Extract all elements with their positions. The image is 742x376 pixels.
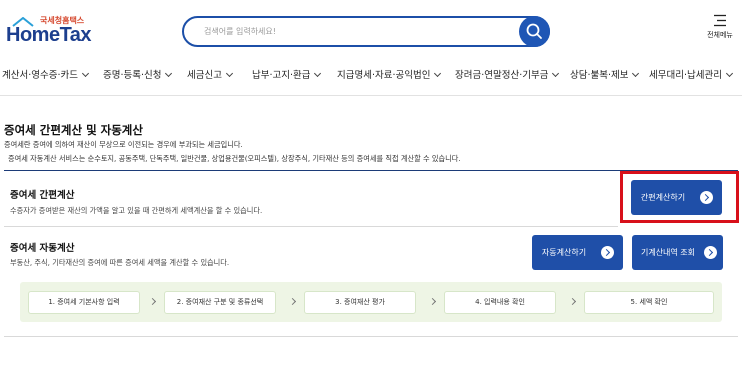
section-divider-light (4, 226, 618, 227)
nav-item-label: 세금신고 (187, 70, 222, 81)
step-arrow-icon (148, 297, 157, 306)
chevron-down-icon (165, 69, 173, 78)
step-arrow-icon (288, 297, 297, 306)
chevron-down-icon (434, 69, 442, 78)
hometax-logo[interactable]: 국세청홈택스 HomeTax (6, 15, 92, 51)
nav-item-label: 납부·고지·환급 (252, 70, 311, 81)
nav-item-label: 지급명세·자료·공익법인 (337, 70, 431, 81)
search-bar (182, 16, 550, 47)
nav-item-consulting[interactable]: 상담·불복·제보 (570, 67, 640, 81)
nav-item-label: 상담·불복·제보 (570, 70, 629, 81)
nav-item-tax-agent[interactable]: 세무대리·납세관리 (649, 67, 733, 81)
simple-calc-title: 증여세 간편계산 (10, 190, 75, 201)
calc-steps: 1. 증여세 기본사항 입력 2. 증여재산 구분 및 종류선택 3. 증여재산… (20, 282, 722, 322)
nav-item-payment[interactable]: 납부·고지·환급 (252, 67, 322, 81)
auto-calc-desc: 부동산, 주식, 기타재산의 증여에 따른 증여세 세액을 계산할 수 있습니다… (10, 258, 230, 267)
page-title: 증여세 간편계산 및 자동계산 (4, 123, 143, 137)
chevron-down-icon (314, 69, 322, 78)
all-menu-label: 전체메뉴 (707, 31, 733, 39)
arrow-right-icon (601, 246, 614, 259)
chevron-down-icon (552, 69, 560, 78)
nav-item-label: 장려금·연말정산·기부금 (455, 70, 549, 81)
nav-item-tax-filing[interactable]: 세금신고 (187, 67, 234, 81)
step-label: 4. 입력내용 확인 (475, 298, 525, 306)
calc-history-button-label: 기계산내역 조회 (640, 248, 696, 257)
header: 국세청홈택스 HomeTax 전체메뉴 (0, 0, 742, 60)
step-item: 5. 세액 확인 (584, 291, 714, 314)
step-label: 2. 증여재산 구분 및 종류선택 (176, 298, 264, 306)
intro-text: 증여세란 증여에 의하여 재산이 무상으로 이전되는 경우에 부과되는 세금입니… (4, 140, 243, 149)
nav-item-statements[interactable]: 지급명세·자료·공익법인 (337, 67, 442, 81)
nav-item-invoice[interactable]: 계산서·영수증·카드 (2, 67, 90, 81)
search-icon (526, 23, 542, 39)
nav-item-incentives[interactable]: 장려금·연말정산·기부금 (455, 67, 560, 81)
step-item: 2. 증여재산 구분 및 종류선택 (164, 291, 276, 314)
chevron-down-icon (225, 69, 234, 78)
step-item: 3. 증여재산 평가 (304, 291, 416, 314)
step-label: 5. 세액 확인 (630, 298, 668, 306)
hamburger-icon (714, 14, 726, 27)
nav-item-label: 증명·등록·신청 (103, 70, 162, 81)
calc-history-button[interactable]: 기계산내역 조회 (632, 235, 723, 270)
auto-calc-title: 증여세 자동계산 (10, 243, 75, 254)
logo-text: HomeTax (6, 24, 92, 46)
intro-text-detail: 증여세 자동계산 서비스는 순수토지, 공동주택, 단독주택, 일반건물, 상업… (8, 154, 461, 163)
chevron-down-icon (81, 69, 90, 78)
nav-item-label: 계산서·영수증·카드 (2, 70, 78, 81)
main-nav: 계산서·영수증·카드 증명·등록·신청 세금신고 납부·고지·환급 지급명세·자… (0, 61, 742, 89)
all-menu-button[interactable]: 전체메뉴 (700, 14, 740, 40)
step-arrow-icon (568, 297, 577, 306)
step-item: 1. 증여세 기본사항 입력 (28, 291, 140, 314)
chevron-down-icon (632, 69, 640, 78)
nav-item-certificates[interactable]: 증명·등록·신청 (103, 67, 173, 81)
arrow-right-icon (704, 246, 717, 259)
chevron-down-icon (725, 69, 733, 78)
step-arrow-icon (428, 297, 437, 306)
simple-calc-desc: 수증자가 증여받은 재산의 가액을 알고 있을 때 간편하게 세액계산을 할 수… (10, 206, 263, 215)
step-label: 3. 증여재산 평가 (335, 298, 385, 306)
step-item: 4. 입력내용 확인 (444, 291, 556, 314)
search-input[interactable] (184, 18, 514, 45)
auto-calc-button[interactable]: 자동계산하기 (532, 235, 623, 270)
section-divider-light (4, 336, 738, 337)
search-button[interactable] (519, 16, 550, 47)
highlight-box (620, 171, 739, 223)
nav-divider (0, 95, 742, 96)
step-label: 1. 증여세 기본사항 입력 (48, 298, 120, 306)
auto-calc-button-label: 자동계산하기 (541, 248, 587, 257)
nav-item-label: 세무대리·납세관리 (649, 70, 722, 81)
